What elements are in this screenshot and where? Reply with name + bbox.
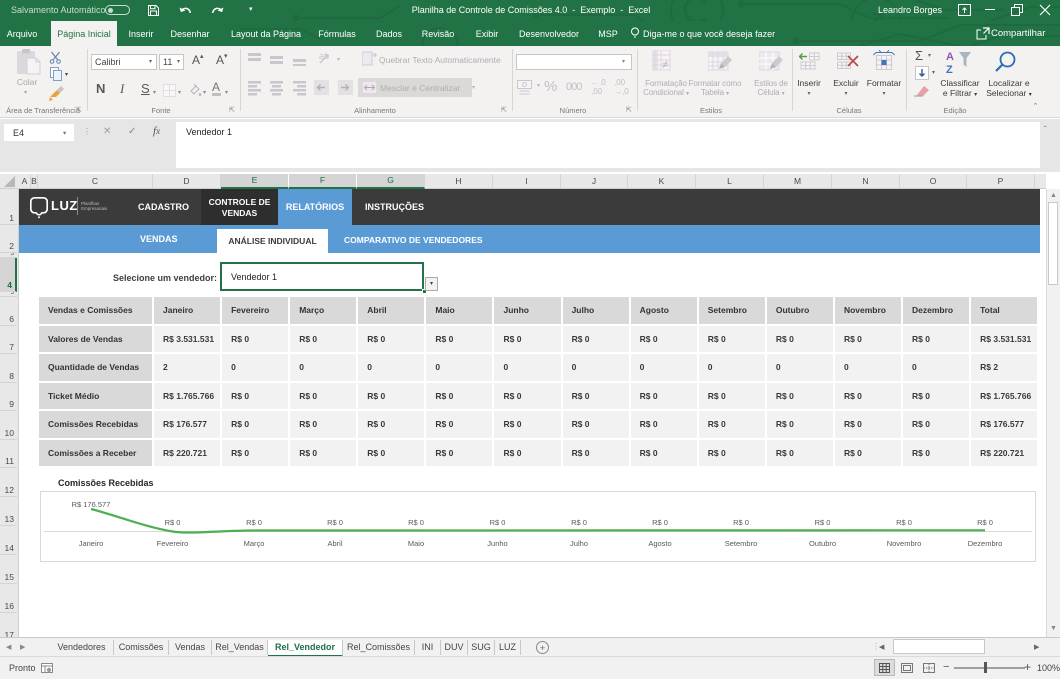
- svg-text:Outubro: Outubro: [809, 539, 836, 548]
- svg-text:R$ 0: R$ 0: [408, 518, 424, 527]
- svg-text:Maio: Maio: [408, 539, 424, 548]
- svg-text:Julho: Julho: [570, 539, 588, 548]
- svg-text:R$ 0: R$ 0: [490, 518, 506, 527]
- svg-text:Agosto: Agosto: [648, 539, 671, 548]
- svg-text:Junho: Junho: [487, 539, 507, 548]
- svg-text:≠: ≠: [662, 59, 668, 71]
- svg-text:Março: Março: [244, 539, 265, 548]
- svg-text:Z: Z: [946, 64, 953, 75]
- svg-text:Janeiro: Janeiro: [79, 539, 104, 548]
- svg-text:A: A: [946, 51, 954, 63]
- svg-text:Dezembro: Dezembro: [968, 539, 1003, 548]
- svg-text:R$ 0: R$ 0: [815, 518, 831, 527]
- svg-text:R$ 176.577: R$ 176.577: [72, 500, 111, 509]
- svg-text:R$ 0: R$ 0: [246, 518, 262, 527]
- svg-text:Abril: Abril: [327, 539, 342, 548]
- svg-text:R$ 0: R$ 0: [571, 518, 587, 527]
- svg-text:R$ 0: R$ 0: [652, 518, 668, 527]
- svg-text:R$ 0: R$ 0: [977, 518, 993, 527]
- svg-text:Novembro: Novembro: [887, 539, 922, 548]
- svg-text:Setembro: Setembro: [725, 539, 758, 548]
- svg-text:R$ 0: R$ 0: [165, 518, 181, 527]
- svg-text:Fevereiro: Fevereiro: [157, 539, 189, 548]
- svg-text:R$ 0: R$ 0: [733, 518, 749, 527]
- svg-text:R$ 0: R$ 0: [327, 518, 343, 527]
- svg-text:R$ 0: R$ 0: [896, 518, 912, 527]
- svg-text:ab: ab: [319, 51, 329, 61]
